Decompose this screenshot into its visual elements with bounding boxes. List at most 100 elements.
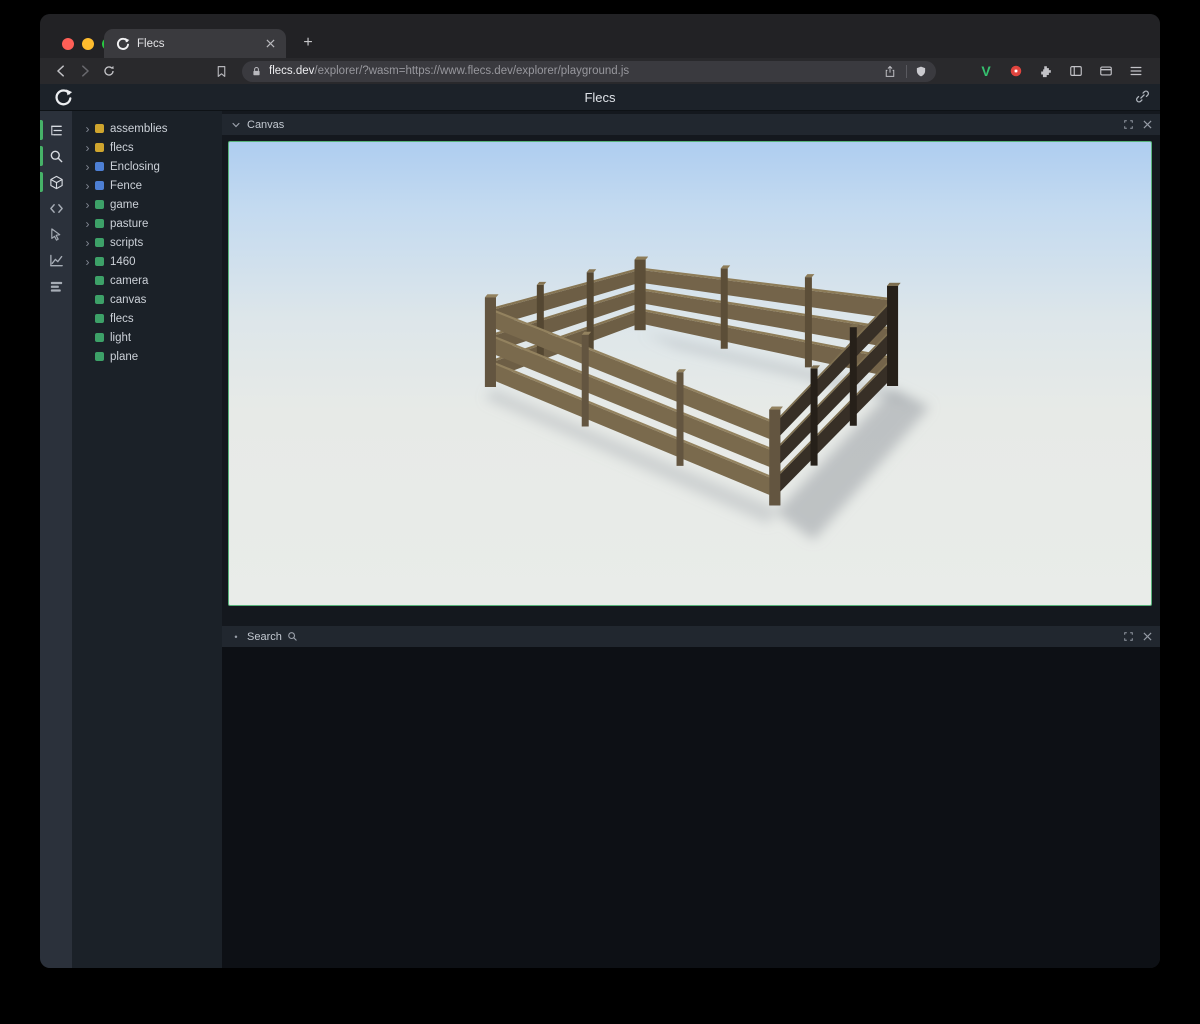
entity-color-square xyxy=(95,200,104,209)
wallet-icon[interactable] xyxy=(1096,61,1116,81)
tree-icon[interactable] xyxy=(40,117,72,143)
close-icon[interactable] xyxy=(1143,631,1152,642)
expand-icon[interactable] xyxy=(1123,119,1134,130)
tree-item[interactable]: ›light xyxy=(72,328,222,347)
tree-item[interactable]: › Fence xyxy=(72,176,222,195)
share-icon[interactable] xyxy=(884,65,896,78)
tree-item-label: assemblies xyxy=(110,123,168,135)
tree-item-label: Fence xyxy=(110,180,142,192)
entity-color-square xyxy=(95,276,104,285)
stats-icon[interactable] xyxy=(40,273,72,299)
tree-item[interactable]: ›plane xyxy=(72,347,222,366)
search-panel-body[interactable] xyxy=(222,647,1160,968)
tab-bar: Flecs + xyxy=(40,14,1160,58)
sidebar-toggle-icon[interactable] xyxy=(1066,61,1086,81)
tab-title: Flecs xyxy=(137,38,262,50)
entity-color-square xyxy=(95,314,104,323)
url-text: flecs.dev/explorer/?wasm=https://www.fle… xyxy=(269,65,874,77)
tree-item[interactable]: ›camera xyxy=(72,271,222,290)
tab-close-icon[interactable] xyxy=(262,36,278,52)
close-window-button[interactable] xyxy=(62,38,74,50)
shield-icon[interactable] xyxy=(915,65,927,78)
flecs-favicon xyxy=(116,37,130,51)
cube-icon[interactable] xyxy=(40,169,72,195)
entity-color-square xyxy=(95,143,104,152)
tree-item[interactable]: › 1460 xyxy=(72,252,222,271)
fence-scene xyxy=(229,142,1151,605)
tree-item-label: scripts xyxy=(110,237,143,249)
main-area: Canvas • Search xyxy=(222,111,1160,968)
v-extension-icon[interactable]: V xyxy=(976,61,996,81)
tree-item-label: plane xyxy=(110,351,138,363)
chevron-down-icon[interactable] xyxy=(230,120,242,130)
search-icon[interactable] xyxy=(40,143,72,169)
entity-tree: ›assemblies›flecs›Enclosing›Fence›game›p… xyxy=(72,111,222,968)
app-header: Flecs xyxy=(40,84,1160,111)
code-icon[interactable] xyxy=(40,195,72,221)
url-path: /explorer/?wasm=https://www.flecs.dev/ex… xyxy=(314,65,629,77)
icon-sidebar xyxy=(40,111,72,968)
panel-dot-icon[interactable]: • xyxy=(230,632,242,642)
tree-item-label: flecs xyxy=(110,313,134,325)
inspect-icon[interactable] xyxy=(40,221,72,247)
entity-color-square xyxy=(95,333,104,342)
url-bar[interactable]: flecs.dev/explorer/?wasm=https://www.fle… xyxy=(242,61,936,82)
tree-item-label: camera xyxy=(110,275,148,287)
tree-item[interactable]: ›game xyxy=(72,195,222,214)
entity-color-square xyxy=(95,352,104,361)
tree-item-label: Enclosing xyxy=(110,161,160,173)
link-icon[interactable] xyxy=(1135,89,1150,104)
entity-color-square xyxy=(95,238,104,247)
tree-item[interactable]: › scripts xyxy=(72,233,222,252)
expand-arrow-icon[interactable]: › xyxy=(82,180,93,192)
entity-color-square xyxy=(95,181,104,190)
red-extension-icon[interactable] xyxy=(1006,61,1026,81)
magnifier-icon xyxy=(287,631,298,642)
toolbar-extensions: V xyxy=(976,61,1146,81)
browser-tab[interactable]: Flecs xyxy=(104,29,286,58)
tree-item-label: 1460 xyxy=(110,256,136,268)
expand-arrow-icon[interactable]: › xyxy=(82,218,93,230)
page-title: Flecs xyxy=(40,90,1160,105)
lock-icon xyxy=(251,66,262,77)
expand-arrow-icon[interactable]: › xyxy=(82,199,93,211)
back-icon[interactable] xyxy=(52,62,70,80)
chart-icon[interactable] xyxy=(40,247,72,273)
canvas-panel-body xyxy=(222,135,1160,612)
expand-arrow-icon[interactable]: › xyxy=(82,237,93,249)
tree-item[interactable]: ›canvas xyxy=(72,290,222,309)
entity-color-square xyxy=(95,257,104,266)
bookmark-icon[interactable] xyxy=(212,62,230,80)
entity-color-square xyxy=(95,124,104,133)
tree-item-label: pasture xyxy=(110,218,148,230)
minimize-window-button[interactable] xyxy=(82,38,94,50)
tree-item[interactable]: ›flecs xyxy=(72,309,222,328)
tree-item[interactable]: ›flecs xyxy=(72,138,222,157)
expand-icon[interactable] xyxy=(1123,631,1134,642)
expand-arrow-icon[interactable]: › xyxy=(82,256,93,268)
extensions-puzzle-icon[interactable] xyxy=(1036,61,1056,81)
search-panel-header: • Search xyxy=(222,626,1160,647)
new-tab-button[interactable]: + xyxy=(298,33,318,53)
search-panel-title: Search xyxy=(247,631,282,643)
url-host: flecs.dev xyxy=(269,65,314,77)
tree-item[interactable]: › assemblies xyxy=(72,119,222,138)
entity-color-square xyxy=(95,295,104,304)
tree-item[interactable]: › Enclosing xyxy=(72,157,222,176)
tree-item-label: canvas xyxy=(110,294,146,306)
menu-icon[interactable] xyxy=(1126,61,1146,81)
close-icon[interactable] xyxy=(1143,119,1152,130)
url-bar-divider xyxy=(906,65,907,78)
expand-arrow-icon[interactable]: › xyxy=(82,142,93,154)
entity-color-square xyxy=(95,162,104,171)
screen: Flecs + flecs.dev/explorer/?wasm=https:/… xyxy=(0,0,1200,1024)
browser-window: Flecs + flecs.dev/explorer/?wasm=https:/… xyxy=(40,14,1160,968)
entity-color-square xyxy=(95,219,104,228)
forward-icon[interactable] xyxy=(76,62,94,80)
expand-arrow-icon[interactable]: › xyxy=(82,161,93,173)
tree-item[interactable]: › pasture xyxy=(72,214,222,233)
3d-viewport[interactable] xyxy=(228,141,1152,606)
canvas-panel-title: Canvas xyxy=(247,119,284,131)
reload-icon[interactable] xyxy=(100,62,118,80)
expand-arrow-icon[interactable]: › xyxy=(82,123,93,135)
